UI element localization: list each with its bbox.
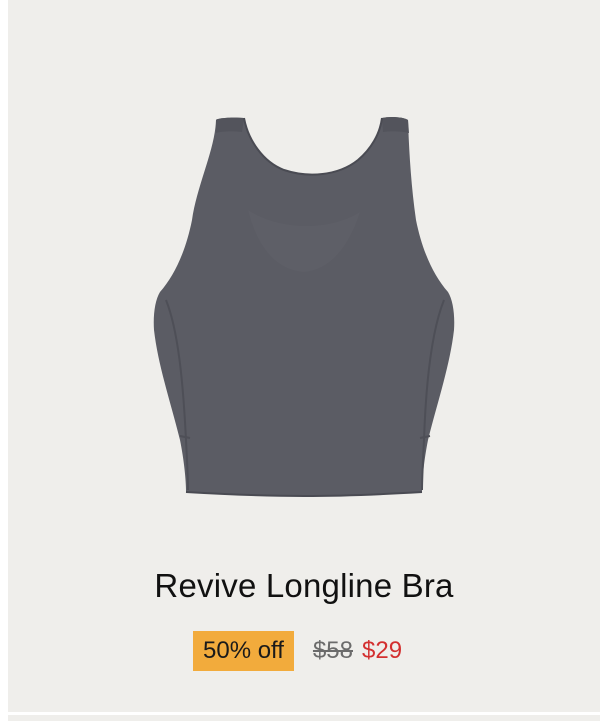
product-image[interactable] xyxy=(8,0,600,540)
product-card[interactable]: Revive Longline Bra 50% off $58 $29 xyxy=(8,0,600,712)
original-price: $58 xyxy=(312,637,353,664)
discount-badge: 50% off xyxy=(193,631,294,671)
sale-price: $29 xyxy=(362,637,403,664)
next-product-card-edge[interactable] xyxy=(8,715,600,721)
price-row: 50% off $58 $29 xyxy=(193,630,402,672)
product-title[interactable]: Revive Longline Bra xyxy=(8,565,600,607)
